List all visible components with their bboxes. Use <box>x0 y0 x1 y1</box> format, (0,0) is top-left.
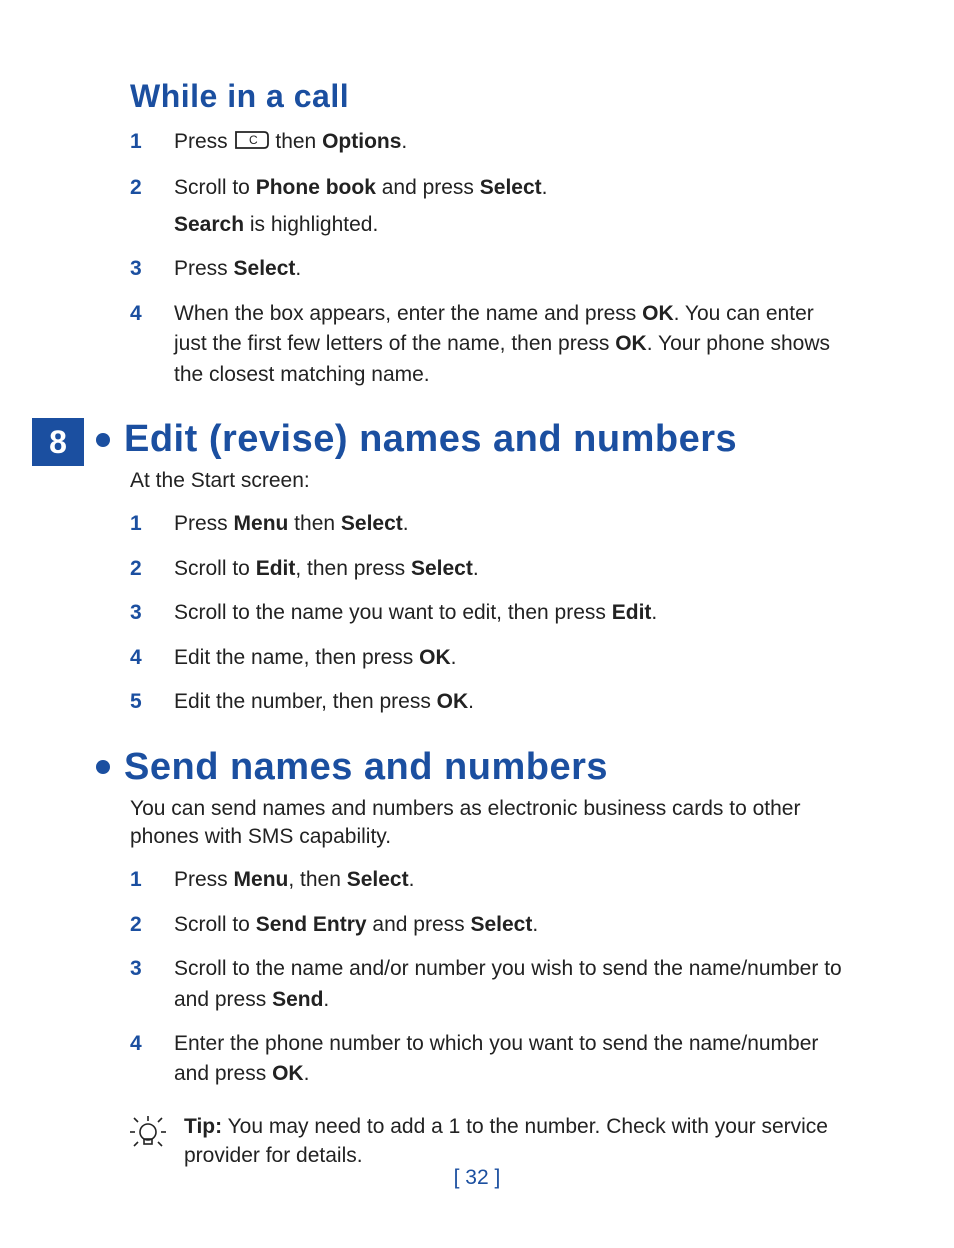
list-item: 2 Scroll to Phone book and press Select.… <box>130 173 850 240</box>
lightbulb-icon <box>130 1112 166 1152</box>
step-number: 3 <box>130 254 152 284</box>
list-item: 5 Edit the number, then press OK. <box>130 687 850 717</box>
step-body: Press Select. <box>174 254 850 284</box>
bullet-icon <box>96 760 110 774</box>
list-item: 3 Press Select. <box>130 254 850 284</box>
list-item: 1 Press Menu then Select. <box>130 509 850 539</box>
list-item: 4 Edit the name, then press OK. <box>130 643 850 673</box>
list-item: 3 Scroll to the name and/or number you wi… <box>130 954 850 1015</box>
list-item: 1 Press Menu, then Select. <box>130 865 850 895</box>
tip-callout: Tip: You may need to add a 1 to the numb… <box>130 1112 850 1171</box>
step-number: 2 <box>130 554 152 584</box>
subheading-while-in-a-call: While in a call <box>130 78 850 115</box>
svg-text:C: C <box>249 133 258 147</box>
step-number: 3 <box>130 598 152 628</box>
step-number: 4 <box>130 643 152 673</box>
step-body: Scroll to the name you want to edit, the… <box>174 598 850 628</box>
step-number: 4 <box>130 1029 152 1090</box>
step-body: Scroll to Edit, then press Select. <box>174 554 850 584</box>
step-number: 1 <box>130 865 152 895</box>
tip-text: Tip: You may need to add a 1 to the numb… <box>184 1112 850 1171</box>
intro-text: You can send names and numbers as electr… <box>130 795 850 852</box>
step-body: Scroll to the name and/or number you wis… <box>174 954 850 1015</box>
step-body: Press Menu then Select. <box>174 509 850 539</box>
step-number: 1 <box>130 509 152 539</box>
c-key-icon: C <box>234 129 270 159</box>
step-number: 5 <box>130 687 152 717</box>
list-item: 3 Scroll to the name you want to edit, th… <box>130 598 850 628</box>
step-body: Press Menu, then Select. <box>174 865 850 895</box>
step-number: 3 <box>130 954 152 1015</box>
list-item: 4 When the box appears, enter the name a… <box>130 299 850 390</box>
step-number: 1 <box>130 127 152 159</box>
heading-edit-names: Edit (revise) names and numbers <box>96 418 850 461</box>
steps-list-3: 1 Press Menu, then Select. 2 Scroll to Sen… <box>130 865 850 1090</box>
step-body: Edit the name, then press OK. <box>174 643 850 673</box>
step-body: When the box appears, enter the name and… <box>174 299 850 390</box>
step-body: Scroll to Send Entry and press Select. <box>174 910 850 940</box>
list-item: 4 Enter the phone number to which you wan… <box>130 1029 850 1090</box>
list-item: 2 Scroll to Send Entry and press Select. <box>130 910 850 940</box>
step-number: 2 <box>130 173 152 240</box>
step-number: 4 <box>130 299 152 390</box>
step-body: Enter the phone number to which you want… <box>174 1029 850 1090</box>
page-number: [ 32 ] <box>0 1166 954 1190</box>
chapter-tab: 8 <box>32 418 84 466</box>
steps-list-1: 1 Press C then Options. 2 Scroll to Phon… <box>130 127 850 390</box>
list-item: 1 Press C then Options. <box>130 127 850 159</box>
step-number: 2 <box>130 910 152 940</box>
step-body: Press C then Options. <box>174 127 850 159</box>
step-body: Edit the number, then press OK. <box>174 687 850 717</box>
list-item: 2 Scroll to Edit, then press Select. <box>130 554 850 584</box>
intro-text: At the Start screen: <box>130 467 850 495</box>
bullet-icon <box>96 433 110 447</box>
step-body: Scroll to Phone book and press Select. S… <box>174 173 850 240</box>
steps-list-2: 1 Press Menu then Select. 2 Scroll to Edit… <box>130 509 850 717</box>
heading-send-names: Send names and numbers <box>96 746 850 789</box>
